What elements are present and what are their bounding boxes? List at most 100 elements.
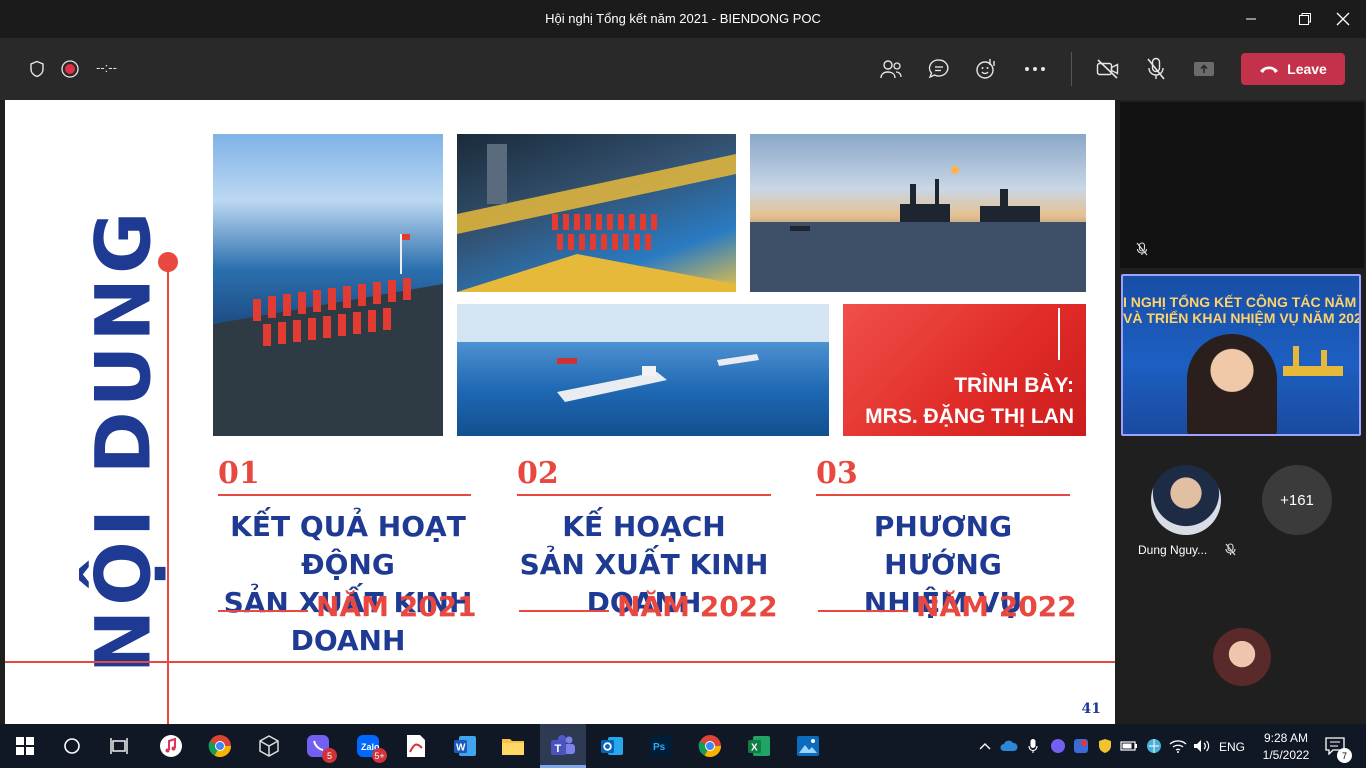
taskbar-3d-app[interactable]: [254, 731, 284, 761]
search-button[interactable]: [57, 731, 87, 761]
title-bar: Hội nghị Tổng kết năm 2021 - BIENDONG PO…: [0, 0, 1366, 38]
section-title-line1: KẾ HOẠCH: [562, 510, 726, 543]
battery-icon: [1120, 741, 1137, 751]
section-top-rule: [218, 494, 471, 496]
tray-clock-time[interactable]: 9:28 AM: [1258, 731, 1314, 745]
task-view-button[interactable]: [104, 731, 134, 761]
zalo-badge: 5+: [372, 748, 387, 763]
presenter-label: TRÌNH BÀY:: [954, 374, 1074, 397]
speaker-video: [1187, 334, 1277, 434]
toolbar-divider: [1071, 52, 1072, 86]
cube-icon: [259, 735, 279, 757]
chevron-up-icon: [979, 743, 991, 750]
mic-icon: [1028, 739, 1038, 753]
chat-button[interactable]: [924, 54, 954, 84]
banner-line1: I NGHỊ TỔNG KẾT CÔNG TÁC NĂM 20: [1123, 294, 1361, 310]
microphone-button[interactable]: [1141, 54, 1171, 84]
taskbar-photoshop[interactable]: Ps: [646, 731, 676, 761]
taskbar-chrome-profile[interactable]: [695, 731, 725, 761]
minimize-button[interactable]: [1228, 0, 1274, 38]
taskbar-excel[interactable]: X: [744, 731, 774, 761]
section-number: 03: [816, 456, 858, 491]
hang-up-icon: [1260, 66, 1279, 73]
app-tray-icon: [1074, 739, 1088, 753]
slide-vertical-title: NỘI DUNG: [63, 207, 183, 673]
people-icon: [880, 60, 902, 79]
action-center-button[interactable]: 7: [1320, 731, 1352, 763]
muted-mic-icon: [1136, 242, 1148, 256]
more-actions-button[interactable]: [1020, 54, 1050, 84]
wifi-icon: [1169, 740, 1187, 753]
taskbar-zalo[interactable]: Zalo 5+: [353, 731, 387, 763]
taskbar-file-explorer[interactable]: [498, 731, 528, 761]
close-button[interactable]: [1320, 0, 1366, 38]
leave-button[interactable]: Leave: [1241, 53, 1345, 85]
photoshop-icon: Ps: [650, 735, 672, 757]
task-view-icon: [110, 738, 128, 754]
share-tray-icon: [1194, 62, 1214, 76]
section-title-line1: KẾT QUẢ HOẠT ĐỘNG: [230, 510, 466, 581]
taskbar-viber[interactable]: 5: [303, 731, 337, 763]
section-year-rule: [818, 610, 908, 612]
tray-clock-date[interactable]: 1/5/2022: [1254, 748, 1318, 762]
video-tile-active-speaker[interactable]: I NGHỊ TỔNG KẾT CÔNG TÁC NĂM 20 VÀ TRIỂN…: [1121, 274, 1361, 436]
taskbar-outlook[interactable]: [597, 731, 627, 761]
start-button[interactable]: [10, 731, 40, 761]
excel-icon: X: [748, 736, 770, 756]
participant-avatar-dung[interactable]: [1151, 465, 1221, 535]
more-icon: [1025, 67, 1045, 71]
photos-icon: [797, 736, 819, 756]
camera-off-icon: [1096, 59, 1119, 79]
recording-indicator: [55, 54, 85, 84]
meeting-timer: --:--: [96, 60, 117, 75]
shield-icon[interactable]: [22, 54, 52, 84]
speaker-icon: [1194, 740, 1210, 752]
participant-name: Dung Nguy...: [1138, 543, 1208, 557]
camera-button[interactable]: [1093, 54, 1123, 84]
participant-name-dung: Dung Nguy...: [1138, 543, 1236, 557]
leave-label: Leave: [1287, 61, 1327, 77]
section-year: NĂM 2022: [916, 590, 1077, 623]
close-icon: [1336, 12, 1350, 26]
more-participants-count: +161: [1280, 491, 1314, 509]
section-top-rule: [517, 494, 771, 496]
more-participants-button[interactable]: +161: [1262, 465, 1332, 535]
participant-avatar-self[interactable]: [1213, 628, 1271, 686]
taskbar-itunes[interactable]: [156, 731, 186, 761]
taskbar-word[interactable]: W: [450, 731, 480, 761]
taskbar-pdf-reader[interactable]: [401, 731, 431, 761]
mic-off-icon: [1147, 57, 1165, 80]
section-year-rule: [218, 610, 308, 612]
presenter-caption: TRÌNH BÀY: MRS. ĐẶNG THỊ LAN: [865, 308, 1074, 432]
section-title-line1: PHƯƠNG HƯỚNG: [873, 510, 1013, 581]
viber-badge: 5: [322, 748, 337, 763]
word-icon: W: [454, 736, 476, 756]
share-button[interactable]: [1189, 54, 1219, 84]
folder-icon: [502, 739, 524, 755]
banner-line2: VÀ TRIỂN KHAI NHIỆM VỤ NĂM 2022: [1123, 310, 1361, 326]
windows-logo-icon: [16, 737, 34, 755]
agenda-section-01: 01 KẾT QUẢ HOẠT ĐỘNG SẢN XUẤT KINH DOANH…: [218, 456, 478, 657]
svg-text:T: T: [555, 743, 562, 755]
presenter-name: MRS. ĐẶNG THỊ LAN: [865, 405, 1074, 428]
presentation-slide: NỘI DUNG TRÌNH BÀY: MRS. ĐẶNG THỊ LAN 01…: [5, 100, 1115, 724]
video-tile-camera-off[interactable]: [1120, 102, 1364, 268]
photo-tanker-ships: [457, 304, 829, 436]
section-top-rule: [816, 494, 1070, 496]
section-year: NĂM 2022: [617, 590, 778, 623]
tray-language[interactable]: ENG: [1219, 740, 1245, 754]
taskbar-photos[interactable]: [793, 731, 823, 761]
taskbar-chrome[interactable]: [205, 731, 235, 761]
reactions-button[interactable]: [972, 54, 1002, 84]
photo-team-on-helideck: [213, 134, 443, 436]
chrome-icon: [698, 735, 721, 757]
agenda-section-02: 02 KẾ HOẠCH SẢN XUẤT KINH DOANH NĂM 2022: [517, 456, 779, 626]
tray-volume[interactable]: [1187, 731, 1217, 761]
red-vertical-rule: [167, 262, 169, 724]
record-icon: [61, 60, 79, 78]
outlook-icon: [601, 737, 623, 755]
participants-button[interactable]: [876, 54, 906, 84]
taskbar-teams[interactable]: T: [548, 731, 578, 761]
section-year-rule: [519, 610, 609, 612]
minimize-icon: [1246, 18, 1256, 20]
